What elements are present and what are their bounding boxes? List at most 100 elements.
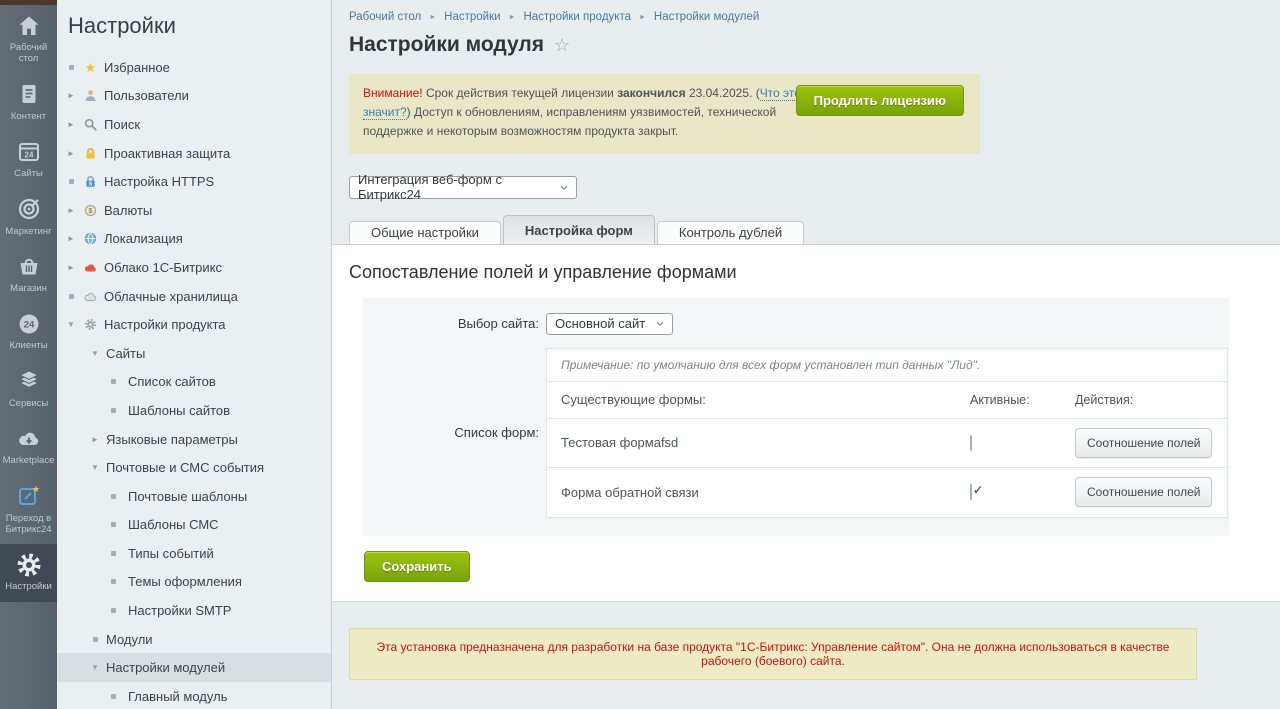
sidebar-item-proactive-protection[interactable]: ► Проактивная защита <box>57 139 331 168</box>
chevron-down-icon[interactable]: ▼ <box>89 663 101 672</box>
rail-item-content[interactable]: Контент <box>0 74 57 131</box>
bitrix24-icon: ★ <box>2 483 55 510</box>
active-checkbox[interactable] <box>970 435 972 451</box>
basket-icon <box>2 253 55 280</box>
sidebar-item-favorites[interactable]: ★ Избранное <box>57 53 331 82</box>
breadcrumb-link-product-settings[interactable]: Настройки продукта <box>523 11 631 23</box>
sidebar-item-sites[interactable]: ▼ Сайты <box>57 339 331 368</box>
sidebar-item-sms-templates[interactable]: Шаблоны СМС <box>57 511 331 540</box>
rail-item-label: Сайты <box>14 168 43 179</box>
layers-icon <box>2 368 55 395</box>
breadcrumb-link-module-settings[interactable]: Настройки модулей <box>654 11 759 23</box>
favorite-star-icon[interactable]: ☆ <box>554 35 570 56</box>
rail-item-services[interactable]: Сервисы <box>0 361 57 418</box>
bullet-marker <box>107 579 119 584</box>
sidebar-item-site-list[interactable]: Список сайтов <box>57 368 331 397</box>
sidebar-item-users[interactable]: ► Пользователи <box>57 82 331 111</box>
save-button[interactable]: Сохранить <box>364 551 470 582</box>
license-warning-text: Внимание! Срок действия текущей лицензии… <box>363 84 828 142</box>
tab-form-settings[interactable]: Настройка форм <box>503 215 655 244</box>
forms-list-row: Список форм: Примечание: по умолчанию дл… <box>363 348 1229 518</box>
sidebar-item-module-settings[interactable]: ▼ Настройки модулей <box>57 653 331 682</box>
bullet-marker <box>107 694 119 699</box>
sidebar-item-cloud-1c-bitrix[interactable]: ► Облако 1С-Битрикс <box>57 253 331 282</box>
sidebar-item-localization[interactable]: ► Локализация <box>57 225 331 254</box>
rail-item-bitrix24[interactable]: ★ Переход в Битрикс24 <box>0 476 57 545</box>
breadcrumb-separator-icon: ► <box>429 14 436 21</box>
breadcrumb-separator-icon: ► <box>509 14 516 21</box>
bullet-marker <box>65 294 77 299</box>
breadcrumb-link-desktop[interactable]: Рабочий стол <box>349 11 421 23</box>
bullet-marker <box>107 551 119 556</box>
cloud-red-icon <box>83 261 98 274</box>
breadcrumb-link-settings[interactable]: Настройки <box>444 11 500 23</box>
module-select[interactable]: Интеграция веб-форм с Битрикс24 <box>349 176 577 199</box>
cloud-download-icon <box>2 425 55 452</box>
rail-item-clients[interactable]: 24 Клиенты <box>0 303 57 360</box>
rail-item-marketing[interactable]: Маркетинг <box>0 189 57 246</box>
rail-item-sites[interactable]: 24 Сайты <box>0 131 57 188</box>
site-select-label: Выбор сайта: <box>363 316 546 331</box>
chevron-right-icon[interactable]: ► <box>65 263 77 272</box>
rail-item-marketplace[interactable]: Marketplace <box>0 418 57 475</box>
rail-item-label: Переход в Битрикс24 <box>5 513 51 535</box>
rail-item-label: Сервисы <box>9 398 48 409</box>
sidebar-item-currencies[interactable]: ► $ Валюты <box>57 196 331 225</box>
breadcrumb: Рабочий стол ► Настройки ► Настройки про… <box>332 0 1280 23</box>
renew-license-button[interactable]: Продлить лицензию <box>796 85 964 116</box>
user-icon <box>83 89 98 102</box>
chevron-right-icon[interactable]: ► <box>65 206 77 215</box>
breadcrumb-separator-icon: ► <box>639 14 646 21</box>
tab-content-panel: Сопоставление полей и управление формами… <box>332 244 1280 602</box>
rail-item-shop[interactable]: Магазин <box>0 246 57 303</box>
sidebar-item-https-settings[interactable]: S Настройка HTTPS <box>57 167 331 196</box>
chevron-down-icon <box>656 321 664 326</box>
svg-text:24: 24 <box>23 319 34 330</box>
settings-sidebar: Настройки ★ Избранное ► Пользователи ► П… <box>57 0 332 709</box>
sidebar-item-modules[interactable]: Модули <box>57 625 331 654</box>
svg-text:24: 24 <box>24 150 33 159</box>
target-icon <box>2 196 55 223</box>
column-header-actions: Действия: <box>1075 393 1213 407</box>
rail-item-label: Настройки <box>5 581 52 592</box>
chevron-down-icon[interactable]: ▼ <box>89 463 101 472</box>
browser-24-icon: 24 <box>2 138 55 165</box>
sidebar-item-product-settings[interactable]: ▼ Настройки продукта <box>57 310 331 339</box>
rail-item-desktop[interactable]: Рабочий стол <box>0 5 57 74</box>
chevron-down-icon[interactable]: ▼ <box>89 349 101 358</box>
rail-item-settings[interactable]: Настройки <box>0 544 57 601</box>
sidebar-item-mail-sms-events[interactable]: ▼ Почтовые и СМС события <box>57 453 331 482</box>
sidebar-item-language-params[interactable]: ► Языковые параметры <box>57 425 331 454</box>
sidebar-item-site-templates[interactable]: Шаблоны сайтов <box>57 396 331 425</box>
sidebar-item-mail-templates[interactable]: Почтовые шаблоны <box>57 482 331 511</box>
sidebar-item-cloud-storage[interactable]: Облачные хранилища <box>57 282 331 311</box>
site-select-value: Основной сайт <box>555 316 645 331</box>
site-select[interactable]: Основной сайт <box>546 313 673 335</box>
field-mapping-button[interactable]: Соотношение полей <box>1075 477 1212 507</box>
chevron-right-icon[interactable]: ► <box>89 435 101 444</box>
sidebar-item-main-module[interactable]: Главный модуль <box>57 682 331 709</box>
chevron-right-icon[interactable]: ► <box>65 120 77 129</box>
sidebar-item-event-types[interactable]: Типы событий <box>57 539 331 568</box>
chevron-right-icon[interactable]: ► <box>65 234 77 243</box>
rail-item-label: Магазин <box>10 283 47 294</box>
sidebar-item-search[interactable]: ► Поиск <box>57 110 331 139</box>
star-icon: ★ <box>83 61 98 74</box>
chevron-right-icon[interactable]: ► <box>65 149 77 158</box>
chevron-down-icon[interactable]: ▼ <box>65 320 77 329</box>
svg-text:$: $ <box>89 208 93 215</box>
field-mapping-button[interactable]: Соотношение полей <box>1075 428 1212 458</box>
sidebar-item-themes[interactable]: Темы оформления <box>57 568 331 597</box>
license-warning-banner: Внимание! Срок действия текущей лицензии… <box>349 74 980 154</box>
document-icon <box>2 81 55 108</box>
active-checkbox[interactable] <box>970 484 972 500</box>
sidebar-item-smtp-settings[interactable]: Настройки SMTP <box>57 596 331 625</box>
column-header-active: Активные: <box>970 393 1075 407</box>
forms-list-label: Список форм: <box>363 425 546 440</box>
forms-table-header: Существующие формы: Активные: Действия: <box>547 382 1227 419</box>
tab-duplicate-control[interactable]: Контроль дублей <box>657 221 804 244</box>
dev-installation-notice: Эта установка предназначена для разработ… <box>349 628 1197 680</box>
clients-24-icon: 24 <box>2 310 55 337</box>
tab-general-settings[interactable]: Общие настройки <box>349 221 501 244</box>
chevron-right-icon[interactable]: ► <box>65 91 77 100</box>
